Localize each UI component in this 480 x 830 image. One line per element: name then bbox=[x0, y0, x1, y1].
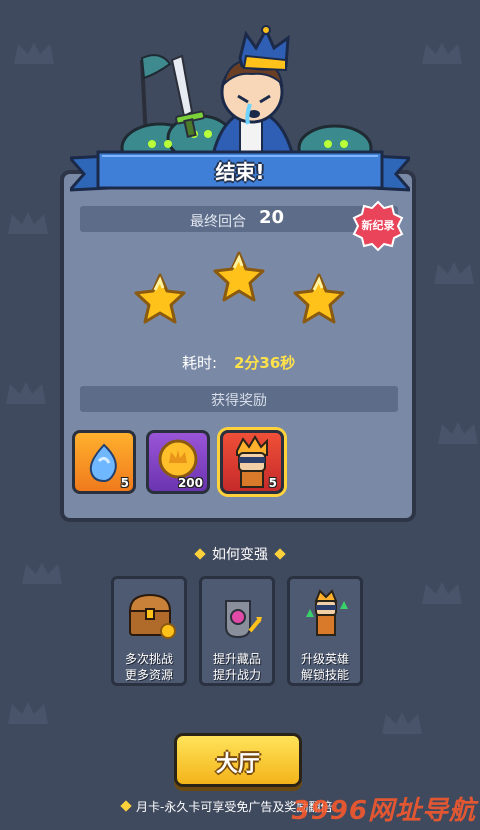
reward-count: 5 bbox=[268, 476, 277, 490]
crown-pattern-icon bbox=[6, 382, 46, 404]
star-icon bbox=[134, 273, 186, 324]
final-round-value: 20 bbox=[259, 207, 285, 228]
tip-card-challenge[interactable]: 多次挑战 更多资源 bbox=[111, 576, 187, 686]
rewards-bar: 获得奖励 bbox=[80, 386, 398, 412]
tip-card-hero[interactable]: 升级英雄 解锁技能 bbox=[287, 576, 363, 686]
how-to-strengthen-label: 如何变强 bbox=[212, 547, 268, 563]
tip-label: 多次挑战 更多资源 bbox=[124, 652, 173, 682]
time-label: 耗时: bbox=[182, 354, 218, 372]
crown-pattern-icon bbox=[14, 42, 54, 64]
final-round-label: 最终回合 bbox=[190, 214, 246, 230]
gauntlet-icon bbox=[225, 600, 262, 639]
reward-item-spirit[interactable]: 5 bbox=[72, 430, 136, 494]
star-icon bbox=[213, 251, 265, 302]
crown-pattern-icon bbox=[8, 702, 48, 724]
diamond-icon bbox=[194, 548, 206, 560]
star-icon bbox=[293, 273, 345, 324]
diamond-icon bbox=[120, 800, 132, 812]
new-record-label: 新纪录 bbox=[361, 219, 395, 232]
lobby-button[interactable]: 大厅 bbox=[174, 733, 302, 787]
rewards-title: 获得奖励 bbox=[211, 393, 267, 409]
crown-pattern-icon bbox=[438, 422, 478, 444]
diamond-icon bbox=[274, 548, 286, 560]
new-record-badge: 新纪录 bbox=[350, 200, 406, 252]
crown-pattern-icon bbox=[422, 42, 462, 64]
tip-label: 升级英雄 解锁技能 bbox=[300, 652, 349, 682]
tip-card-collection[interactable]: 提升藏品 提升战力 bbox=[199, 576, 275, 686]
page-title: 结束! bbox=[215, 160, 265, 184]
crown-pattern-icon bbox=[434, 262, 474, 284]
tip-label: 提升藏品 提升战力 bbox=[212, 652, 261, 682]
reward-count: 5 bbox=[120, 476, 129, 490]
reward-item-hero[interactable]: 5 bbox=[220, 430, 284, 494]
crown-pattern-icon bbox=[422, 582, 462, 604]
hero-upgrade-icon bbox=[306, 589, 348, 636]
crown-pattern-icon bbox=[382, 712, 422, 734]
lobby-button-label: 大厅 bbox=[215, 752, 260, 777]
title-ribbon: 结束! bbox=[70, 150, 410, 196]
reward-item-coin[interactable]: 200 bbox=[146, 430, 210, 494]
site-watermark: 3996网址导航 bbox=[291, 796, 476, 826]
how-to-strengthen-title: 如何变强 bbox=[0, 544, 480, 564]
crown-pattern-icon bbox=[8, 212, 48, 234]
reward-count: 200 bbox=[177, 476, 203, 490]
treasure-chest-icon bbox=[128, 593, 176, 639]
time-value: 2分36秒 bbox=[234, 354, 296, 372]
defeated-king-illustration bbox=[120, 25, 373, 170]
